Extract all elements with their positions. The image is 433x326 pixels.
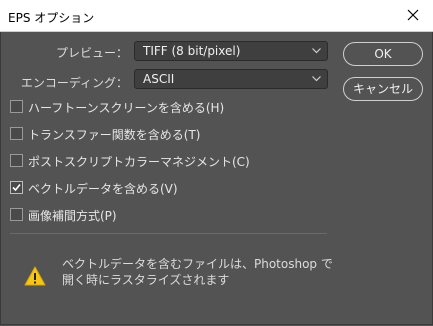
ok-button[interactable]: OK [343,42,423,66]
checkbox[interactable] [10,154,23,167]
cancel-button[interactable]: キャンセル [343,77,423,101]
preview-label: プレビュー： [55,46,128,60]
chevron-down-icon [312,48,321,54]
checkbox[interactable] [10,100,23,113]
encoding-label: エンコーディング： [20,76,128,90]
chevron-down-icon [312,76,321,82]
option-label: ハーフトーンスクリーンを含める(H) [28,101,225,115]
option-label: 画像補間方式(P) [28,209,117,223]
close-button[interactable] [399,1,427,29]
checkbox[interactable] [10,127,23,140]
divider [10,233,327,234]
warning-line-2: 開く時にラスタライズされます [62,273,230,287]
option-label: ポストスクリプトカラーマネジメント(C) [28,155,250,169]
title-bar: EPS オプション [0,0,433,32]
warning-icon [24,266,46,286]
option-label: ベクトルデータを含める(V) [28,182,178,196]
checkbox[interactable] [10,181,23,194]
warning-message: ベクトルデータを含むファイルは、Photoshop で 開く時にラスタライズされ… [62,256,333,288]
checkmark-icon [12,183,21,192]
close-icon [407,9,419,21]
encoding-select[interactable]: ASCII [134,69,328,89]
checkbox[interactable] [10,208,23,221]
encoding-select-value: ASCII [143,72,175,86]
warning-line-1: ベクトルデータを含むファイルは、Photoshop で [62,257,333,271]
window-title: EPS オプション [8,11,95,25]
option-label: トランスファー関数を含める(T) [28,128,201,142]
preview-select-value: TIFF (8 bit/pixel) [143,44,241,58]
preview-select[interactable]: TIFF (8 bit/pixel) [134,41,328,61]
